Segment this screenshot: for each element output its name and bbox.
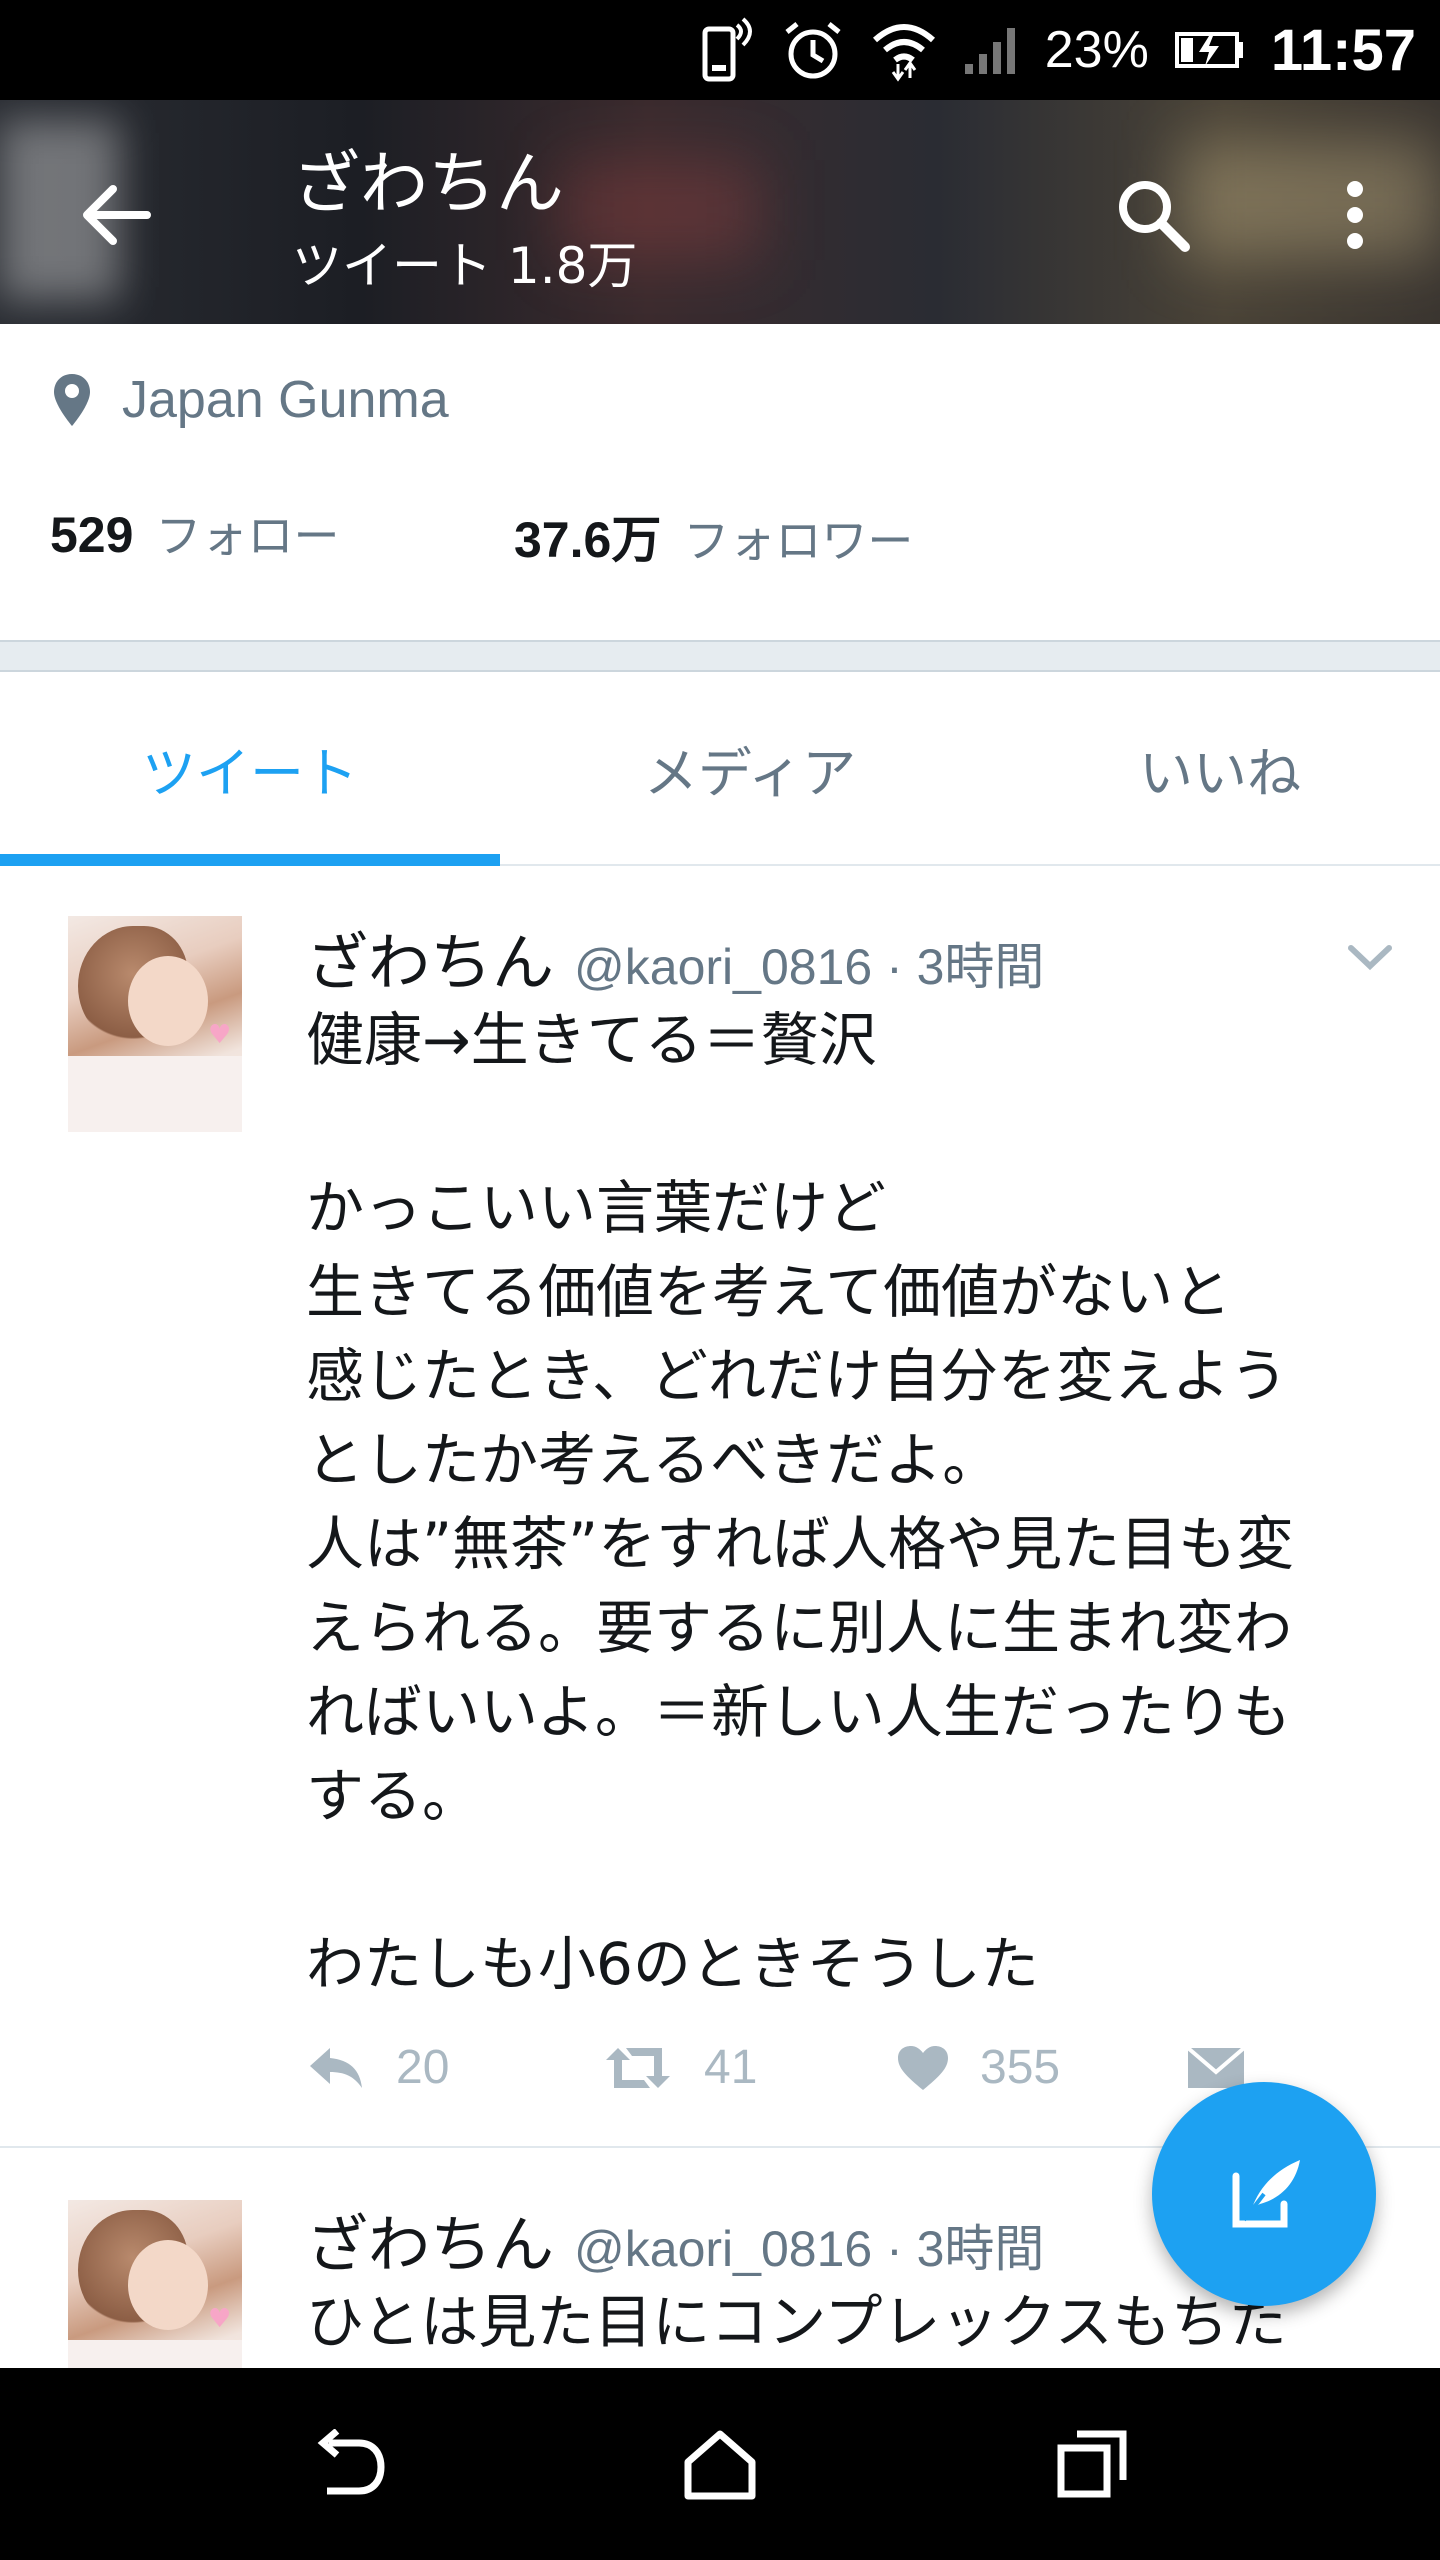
tweet-handle-time: @kaori_0816 · 3時間	[574, 939, 1045, 995]
more-options-button[interactable]	[1310, 170, 1400, 260]
back-button[interactable]	[70, 170, 160, 260]
tweet-header: ざわちん @kaori_0816 · 3時間	[306, 2194, 1044, 2284]
alarm-icon	[781, 18, 845, 82]
retweet-icon	[606, 2047, 670, 2088]
compose-feather-icon	[1232, 2160, 1300, 2228]
battery-percent: 23%	[1044, 21, 1149, 79]
tweet-line: えられる。要するに別人に生まれ変わ	[306, 1594, 1293, 1662]
tweet-line: かっこいい言葉だけど	[306, 1174, 887, 1242]
like-count: 355	[980, 2041, 1061, 2094]
arrow-left-icon	[83, 185, 151, 245]
tab-media[interactable]: メディア	[500, 672, 1000, 864]
retweet-count: 41	[704, 2041, 758, 2094]
tweet-line: としたか考えるべきだよ。	[306, 1426, 1001, 1494]
avatar[interactable]: ♥	[68, 2200, 242, 2368]
tweet-line: 健康→生きてる＝贅沢	[306, 1006, 877, 1074]
tweet-handle-time: @kaori_0816 · 3時間	[574, 2221, 1045, 2277]
compose-tweet-button[interactable]	[1152, 2082, 1376, 2306]
status-bar: 23% 11:57	[0, 0, 1440, 100]
search-icon	[1119, 181, 1190, 252]
section-divider	[0, 640, 1440, 672]
nav-home-button[interactable]	[670, 2414, 770, 2514]
home-icon	[684, 2430, 756, 2500]
like-button[interactable]: 355	[896, 2040, 1186, 2095]
tweet-line: わたしも小6のときそうした	[306, 1930, 1039, 1998]
reply-icon	[310, 2047, 362, 2088]
search-button[interactable]	[1108, 170, 1198, 260]
tweet-line: ればいいよ。＝新しい人生だったりも	[306, 1678, 1291, 1746]
clock: 11:57	[1270, 17, 1416, 83]
location-text: Japan Gunma	[122, 371, 449, 429]
header-title: ざわちん	[292, 145, 565, 224]
tweet-item[interactable]: ♥ ざわちん @kaori_0816 · 3時間 健康→生きてる＝贅沢 かっこい…	[0, 868, 1440, 2148]
tab-likes[interactable]: いいね	[1000, 672, 1440, 864]
tweet-line: 生きてる価値を考えて価値がないと	[306, 1258, 1232, 1326]
tweet-header: ざわちん @kaori_0816 · 3時間	[306, 912, 1044, 1002]
profile-header: ざわちん ツイート 1.8万	[0, 100, 1440, 324]
retweet-button[interactable]: 41	[602, 2040, 896, 2095]
nav-back-button[interactable]	[297, 2414, 397, 2514]
more-vertical-icon	[1347, 181, 1363, 249]
tweet-line: 人は”無茶”をすれば人格や見た目も変	[306, 1510, 1295, 1578]
nav-back-icon	[317, 2429, 385, 2495]
followers-stat[interactable]: 37.6万 フォロワー	[514, 500, 913, 572]
signal-icon	[963, 24, 1019, 76]
tweet-count: ツイート 1.8万	[292, 237, 638, 295]
followers-count: 37.6万	[514, 512, 662, 568]
system-nav-bar	[0, 2368, 1440, 2560]
follow-stats: 529 フォロー 37.6万 フォロワー	[50, 500, 913, 572]
heart-icon	[898, 2045, 948, 2090]
tweet-line: する。	[306, 1762, 481, 1830]
profile-tabs: ツイート メディア いいね	[0, 672, 1440, 866]
reply-button[interactable]: 20	[306, 2040, 602, 2095]
chevron-down-icon[interactable]	[1345, 938, 1395, 978]
tweet-line: 感じたとき、どれだけ自分を変えよう	[306, 1342, 1288, 1410]
vibrate-phone-icon	[699, 15, 755, 85]
followers-label: フォロワー	[683, 514, 914, 568]
tweet-line	[306, 1838, 1416, 1922]
following-label: フォロー	[155, 509, 340, 563]
following-stat[interactable]: 529 フォロー	[50, 500, 514, 572]
reply-count: 20	[396, 2041, 450, 2094]
tweet-author-name[interactable]: ざわちん	[306, 912, 554, 1002]
location-pin-icon	[54, 374, 90, 426]
tweet-line	[306, 1082, 1416, 1166]
battery-charging-icon	[1174, 30, 1245, 70]
tab-tweets[interactable]: ツイート	[0, 672, 500, 866]
following-count: 529	[50, 507, 134, 563]
tweet-actions: 20 41 355	[306, 2040, 1246, 2095]
nav-recents-button[interactable]	[1043, 2414, 1143, 2514]
avatar[interactable]: ♥	[68, 916, 242, 1132]
wifi-icon	[871, 18, 937, 82]
recents-icon	[1057, 2430, 1127, 2498]
tweet-author-name[interactable]: ざわちん	[306, 2194, 554, 2284]
profile-location: Japan Gunma	[52, 370, 449, 430]
tweet-text: 健康→生きてる＝贅沢 かっこいい言葉だけど 生きてる価値を考えて価値がないと 感…	[306, 998, 1416, 2006]
